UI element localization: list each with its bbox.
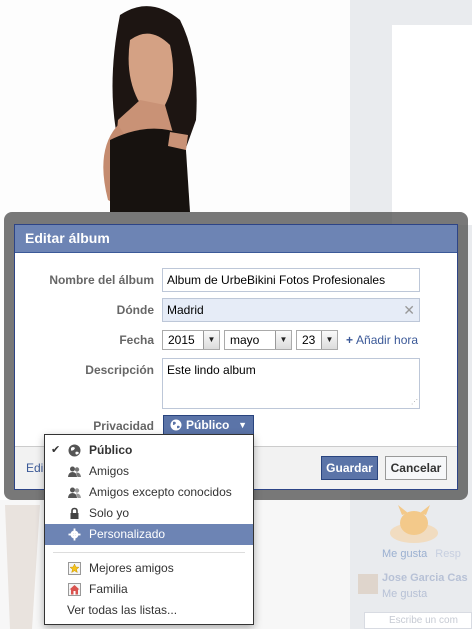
menu-item-see-all-lists[interactable]: Ver todas las listas... bbox=[45, 600, 253, 621]
album-name-input[interactable]: Album de UrbeBikini Fotos Profesionales bbox=[162, 268, 420, 292]
year-value: 2015 bbox=[168, 333, 195, 347]
sticker-image bbox=[390, 505, 438, 543]
where-value: Madrid bbox=[167, 303, 204, 317]
privacy-value: Público bbox=[186, 418, 230, 432]
description-label: Descripción bbox=[85, 363, 154, 377]
date-label: Fecha bbox=[119, 333, 154, 347]
star-list-icon bbox=[68, 562, 81, 575]
menu-divider bbox=[53, 552, 245, 553]
month-value: mayo bbox=[230, 333, 260, 347]
day-select[interactable]: 23 ▼ bbox=[296, 330, 338, 350]
description-value: Este lindo album bbox=[167, 363, 256, 377]
chevron-down-icon: ▼ bbox=[203, 331, 219, 349]
year-select[interactable]: 2015 ▼ bbox=[162, 330, 220, 350]
menu-item-custom[interactable]: Personalizado bbox=[45, 524, 253, 545]
day-value: 23 bbox=[302, 333, 316, 347]
where-label: Dónde bbox=[116, 303, 154, 317]
chevron-down-icon: ▼ bbox=[275, 331, 291, 349]
save-button[interactable]: Guardar bbox=[321, 456, 378, 480]
privacy-button[interactable]: Público ▼ bbox=[163, 415, 254, 436]
menu-item-friends-except[interactable]: Amigos excepto conocidos bbox=[45, 482, 253, 503]
month-select[interactable]: mayo ▼ bbox=[224, 330, 292, 350]
cancel-button[interactable]: Cancelar bbox=[385, 456, 447, 480]
avatar bbox=[358, 574, 378, 594]
menu-item-label: Público bbox=[89, 443, 133, 457]
menu-item-label: Familia bbox=[89, 582, 128, 596]
bg-comment: Jose Garcia Cas Me gusta bbox=[350, 568, 472, 608]
description-textarea[interactable]: Este lindo album ⋰ bbox=[162, 358, 420, 409]
menu-item-label: Personalizado bbox=[89, 527, 166, 541]
globe-icon bbox=[68, 444, 81, 457]
menu-item-label: Ver todas las listas... bbox=[67, 603, 178, 617]
check-icon: ✔ bbox=[51, 444, 61, 456]
clear-icon[interactable]: ✕ bbox=[403, 299, 415, 321]
bg-comment-like: Me gusta bbox=[382, 588, 428, 600]
gear-icon bbox=[68, 528, 81, 541]
house-icon bbox=[68, 583, 81, 596]
add-time-link[interactable]: + Añadir hora bbox=[346, 333, 418, 347]
where-input[interactable]: Madrid ✕ bbox=[162, 298, 420, 322]
add-time-label: Añadir hora bbox=[356, 333, 419, 347]
privacy-label: Privacidad bbox=[93, 419, 154, 433]
caret-down-icon: ▼ bbox=[238, 420, 247, 430]
bg-write-comment: Escribe un com bbox=[364, 612, 472, 629]
plus-icon: + bbox=[346, 333, 354, 347]
friends-icon bbox=[68, 466, 81, 477]
privacy-menu: ✔ Público Amigos Amigos excepto conocido… bbox=[44, 434, 254, 625]
menu-item-public[interactable]: ✔ Público bbox=[45, 440, 253, 461]
footer-link[interactable]: Edi bbox=[26, 461, 43, 475]
menu-item-friends[interactable]: Amigos bbox=[45, 461, 253, 482]
bg-commenter-name: Jose Garcia Cas bbox=[382, 572, 468, 584]
menu-item-label: Mejores amigos bbox=[89, 561, 174, 575]
menu-item-label: Amigos bbox=[89, 464, 130, 478]
menu-item-family[interactable]: Familia bbox=[45, 579, 253, 600]
menu-item-label: Solo yo bbox=[89, 506, 130, 520]
menu-item-label: Amigos excepto conocidos bbox=[89, 485, 232, 499]
chevron-down-icon: ▼ bbox=[321, 331, 337, 349]
lock-icon bbox=[70, 507, 79, 519]
album-name-label: Nombre del álbum bbox=[49, 273, 154, 287]
bg-like-link: Me gusta Resp bbox=[382, 548, 461, 560]
menu-item-only-me[interactable]: Solo yo bbox=[45, 503, 253, 524]
right-card bbox=[392, 25, 472, 225]
resize-grip-icon[interactable]: ⋰ bbox=[411, 399, 418, 406]
dialog-title: Editar álbum bbox=[15, 225, 457, 253]
menu-item-best-friends[interactable]: Mejores amigos bbox=[45, 558, 253, 579]
friends-except-icon bbox=[68, 487, 81, 498]
globe-icon bbox=[170, 419, 182, 431]
